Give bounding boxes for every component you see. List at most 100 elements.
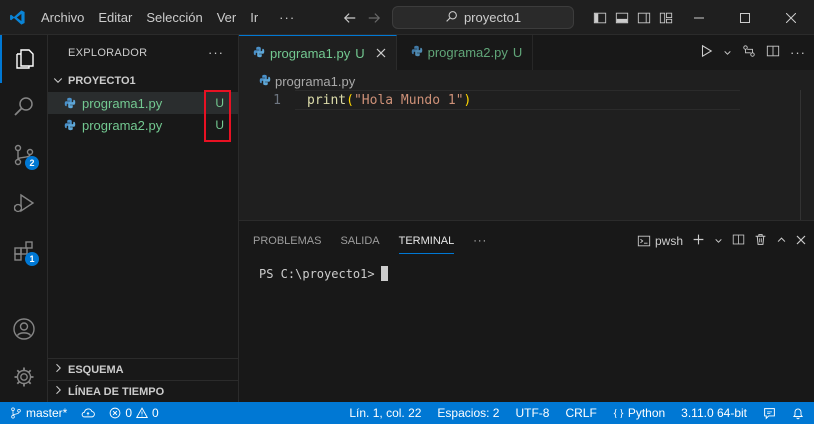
notifications-bell-icon[interactable] (792, 407, 804, 420)
tab-terminal[interactable]: TERMINAL (398, 229, 455, 254)
timeline-title: LÍNEA DE TIEMPO (68, 385, 165, 398)
command-center-label: proyecto1 (463, 10, 522, 25)
search-icon (445, 10, 458, 26)
chevron-down-icon[interactable] (714, 234, 723, 248)
status-bar: master* 0 0 Lín. 1, col. 22 Espacios: 2 … (0, 402, 814, 424)
file-name: programa1.py (82, 95, 163, 111)
explorer-title: EXPLORADOR (68, 46, 148, 59)
activity-bar: 2 1 (0, 35, 48, 402)
branch-name: master* (26, 406, 68, 420)
editor-actions: ··· (699, 35, 806, 70)
source-control-icon[interactable]: 2 (0, 131, 48, 179)
title-bar: Archivo Editar Selección Ver Ir ··· proy… (0, 0, 814, 35)
panel-more-button[interactable]: ··· (473, 229, 487, 253)
warning-icon (136, 407, 149, 418)
manage-gear-icon[interactable] (0, 353, 48, 401)
cursor-position[interactable]: Lín. 1, col. 22 (349, 406, 421, 420)
chevron-right-icon (52, 362, 64, 377)
feedback-icon[interactable] (763, 407, 776, 420)
timeline-section-header[interactable]: LÍNEA DE TIEMPO (48, 380, 238, 402)
minimize-icon[interactable] (676, 0, 722, 35)
tab-programa1[interactable]: programa1.py U (239, 35, 397, 70)
branch-indicator[interactable]: master* (10, 406, 67, 420)
run-debug-icon[interactable] (0, 179, 48, 227)
editor-tabs: programa1.py U programa2.py U ··· (239, 35, 814, 70)
run-python-file-icon[interactable] (699, 44, 713, 61)
chevron-right-icon (52, 384, 64, 399)
terminal-cursor (380, 266, 388, 281)
trash-icon[interactable] (754, 233, 767, 249)
outline-title: ESQUEMA (68, 363, 124, 376)
maximize-icon[interactable] (722, 0, 768, 35)
accounts-icon[interactable] (0, 305, 48, 353)
window-controls (676, 0, 814, 35)
menu-seleccion[interactable]: Selección (139, 0, 209, 35)
navigation-arrows (342, 0, 382, 35)
menu-ir[interactable]: Ir (243, 0, 265, 35)
toggle-primary-sidebar-icon[interactable] (592, 10, 608, 26)
vscode-logo-icon (0, 0, 34, 35)
more-actions-icon[interactable]: ··· (790, 45, 806, 60)
menu-bar: Archivo Editar Selección Ver Ir ··· (34, 0, 307, 35)
breadcrumb-file[interactable]: programa1.py (275, 74, 355, 89)
open-changes-icon[interactable] (742, 44, 756, 61)
go-forward-icon[interactable] (366, 10, 382, 26)
end-of-line[interactable]: CRLF (565, 406, 596, 420)
toggle-secondary-sidebar-icon[interactable] (636, 10, 652, 26)
command-center-search[interactable]: proyecto1 (392, 6, 574, 29)
tab-output[interactable]: SALIDA (340, 229, 379, 253)
python-file-icon (411, 45, 423, 60)
language-label: Python (627, 406, 666, 420)
code-editor[interactable]: 1 print("Hola Mundo 1") (239, 90, 814, 220)
python-file-icon (64, 97, 78, 109)
folder-section-header[interactable]: PROYECTO1 (48, 70, 238, 92)
scm-badge: 2 (25, 156, 39, 170)
error-icon (110, 407, 121, 419)
annotation-highlight-box (204, 90, 231, 142)
search-view-icon[interactable] (0, 83, 48, 131)
tab-problems[interactable]: PROBLEMAS (253, 229, 321, 253)
explorer-icon[interactable] (0, 35, 48, 83)
menu-more-button[interactable]: ··· (265, 0, 307, 35)
error-count: 0 (125, 406, 133, 420)
language-mode[interactable]: Python (613, 406, 665, 420)
breadcrumb: programa1.py (239, 70, 355, 92)
extensions-icon[interactable]: 1 (0, 227, 48, 275)
sync-icon[interactable] (81, 407, 96, 419)
menu-editar[interactable]: Editar (91, 0, 139, 35)
problems-indicator[interactable]: 0 0 (109, 406, 159, 420)
go-back-icon[interactable] (342, 10, 358, 26)
terminal-profile[interactable]: pwsh (637, 234, 683, 248)
indentation[interactable]: Espacios: 2 (437, 406, 499, 420)
close-window-icon[interactable] (768, 0, 814, 35)
file-name: programa2.py (82, 117, 163, 133)
tab-label: programa1.py (270, 45, 351, 61)
layout-controls (592, 0, 674, 35)
split-terminal-icon[interactable] (732, 233, 745, 249)
tab-label: programa2.py (427, 45, 508, 60)
terminal-profile-label: pwsh (654, 234, 683, 248)
maximize-panel-icon[interactable] (776, 234, 787, 248)
toggle-panel-icon[interactable] (614, 10, 630, 26)
tab-programa2[interactable]: programa2.py U (397, 35, 534, 70)
encoding[interactable]: UTF-8 (515, 406, 549, 420)
new-terminal-icon[interactable] (692, 233, 705, 249)
outline-section-header[interactable]: ESQUEMA (48, 358, 238, 380)
menu-ver[interactable]: Ver (210, 0, 244, 35)
python-file-icon (259, 74, 271, 89)
python-file-icon (64, 119, 78, 131)
explorer-more-button[interactable]: ··· (208, 45, 224, 60)
split-editor-icon[interactable] (766, 44, 780, 61)
customize-layout-icon[interactable] (658, 10, 674, 26)
explorer-header: EXPLORADOR ··· (48, 35, 238, 70)
close-panel-icon[interactable] (796, 234, 806, 248)
bottom-panel: PROBLEMAS SALIDA TERMINAL ··· pwsh PS C:… (239, 220, 814, 402)
terminal-prompt: PS C:\proyecto1> (259, 266, 375, 281)
python-interpreter[interactable]: 3.11.0 64-bit (681, 406, 747, 420)
chevron-down-icon[interactable] (723, 45, 732, 60)
extensions-badge: 1 (25, 252, 39, 266)
editor-scrollbar[interactable] (800, 90, 801, 220)
terminal-output[interactable]: PS C:\proyecto1> (239, 261, 814, 286)
menu-archivo[interactable]: Archivo (34, 0, 91, 35)
close-tab-icon[interactable] (376, 46, 386, 61)
